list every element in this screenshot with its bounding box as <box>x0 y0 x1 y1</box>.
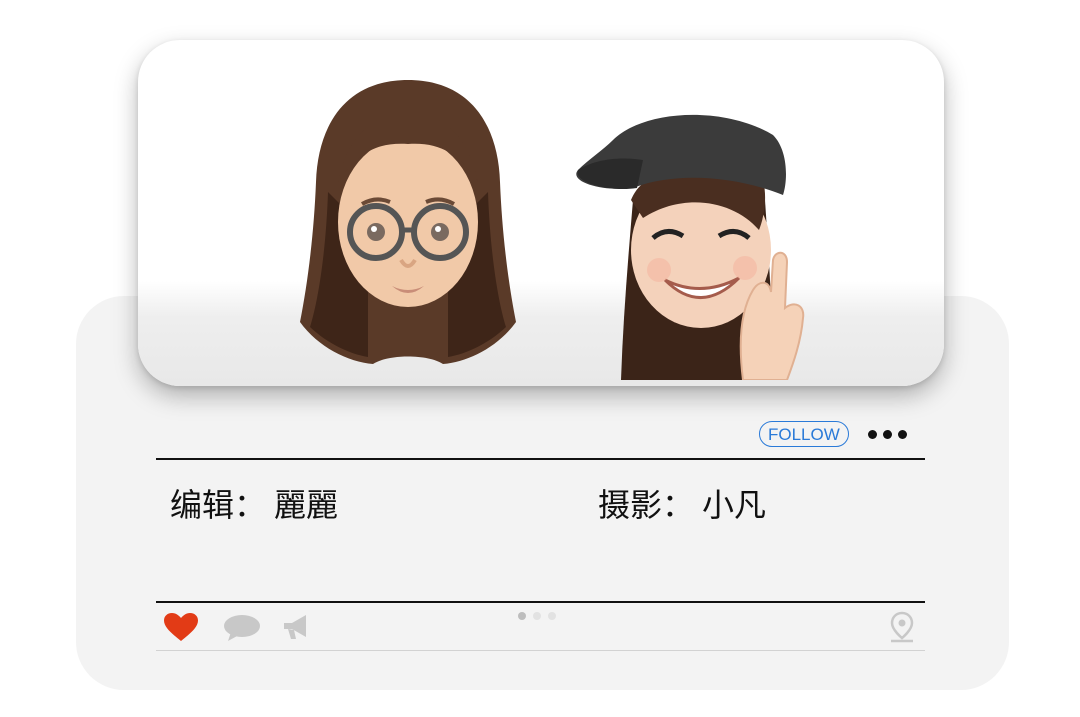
follow-button[interactable]: FOLLOW <box>759 421 849 447</box>
megaphone-icon[interactable] <box>282 613 310 641</box>
photo-pager <box>518 612 556 620</box>
editor-credit: 编辑： 麗麗 <box>170 480 338 526</box>
location-pin-icon[interactable] <box>889 611 915 643</box>
post-photo[interactable] <box>138 40 944 386</box>
pager-dot[interactable] <box>548 612 556 620</box>
editor-label: 编辑： <box>170 486 267 524</box>
heart-icon[interactable] <box>163 612 199 642</box>
more-options-icon[interactable] <box>868 421 907 447</box>
photographer-label: 摄影： <box>598 486 695 524</box>
photo-floor-texture <box>138 281 944 386</box>
photographer-credit: 摄影： 小凡 <box>598 480 766 526</box>
post-card-stage: FOLLOW 编辑： 麗麗 摄影： 小凡 <box>0 0 1080 717</box>
avatar-cap-illustration <box>576 114 805 380</box>
divider-top <box>156 458 925 460</box>
comment-icon[interactable] <box>223 614 261 642</box>
avatar-glasses-illustration <box>300 80 516 364</box>
divider-thin <box>156 650 925 651</box>
divider-bottom <box>156 601 925 603</box>
post-action-bar: FOLLOW <box>156 410 925 458</box>
pager-dot[interactable] <box>533 612 541 620</box>
photographer-name: 小凡 <box>702 486 767 524</box>
editor-name: 麗麗 <box>274 486 339 524</box>
pager-dot[interactable] <box>518 612 526 620</box>
